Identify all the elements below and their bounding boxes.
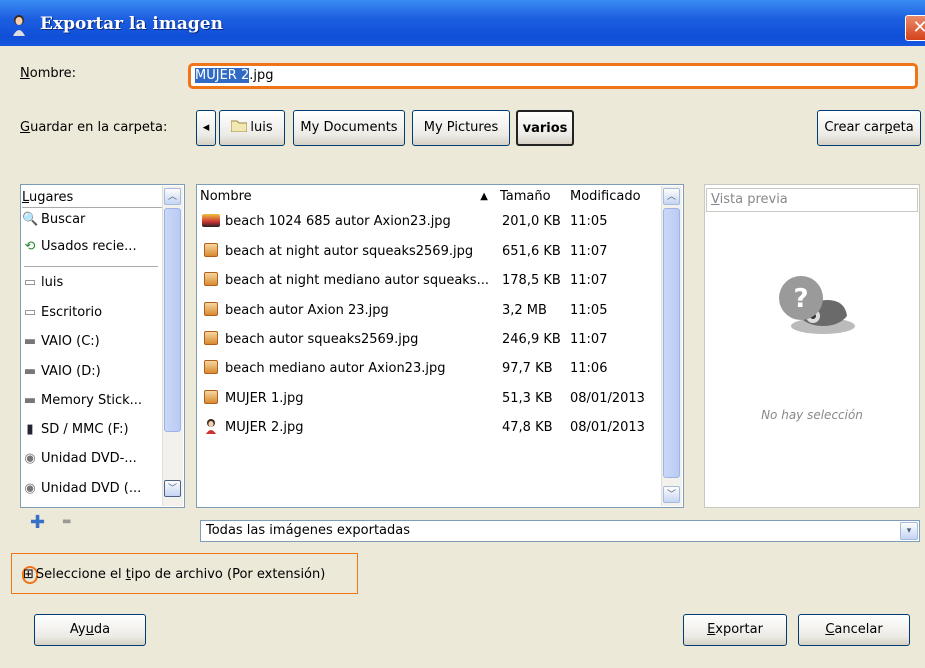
file-row[interactable]: MUJER 1.jpg 51,3 KB 08/01/2013: [198, 386, 658, 412]
jpg-file-icon: [204, 360, 218, 374]
place-dvd-2[interactable]: ◉ Unidad DVD (...: [22, 478, 162, 502]
dvd-icon: ◉: [24, 481, 36, 496]
scroll-down-button[interactable]: ﹀: [164, 480, 181, 497]
chevron-down-icon[interactable]: ▾: [900, 522, 918, 540]
no-selection-text: No hay selección: [761, 408, 863, 422]
remove-bookmark-button[interactable]: ▬: [62, 516, 71, 527]
file-row[interactable]: MUJER 2.jpg 47,8 KB 08/01/2013: [198, 415, 658, 441]
breadcrumb-luis[interactable]: luis: [219, 110, 285, 146]
place-sd-mmc[interactable]: ▮ SD / MMC (F:): [22, 419, 162, 443]
jpg-file-icon: [204, 331, 218, 345]
breadcrumb-varios[interactable]: varios: [516, 110, 574, 146]
selected-text: MUJER 2: [195, 68, 250, 83]
preview-toggle[interactable]: Vista previa: [706, 188, 918, 212]
place-recent[interactable]: ⟲ Usados recie...: [22, 236, 162, 260]
sd-card-icon: ▮: [26, 422, 34, 437]
svg-text:?: ?: [793, 284, 808, 314]
file-row[interactable]: beach 1024 685 autor Axion23.jpg 201,0 KB…: [198, 209, 658, 235]
place-escritorio[interactable]: ▭ Escritorio: [22, 302, 162, 326]
files-scroll-thumb[interactable]: [663, 208, 680, 478]
window-title: Exportar la imagen: [40, 14, 223, 34]
memory-stick-icon: ▬: [23, 393, 37, 408]
scroll-down-button[interactable]: ﹀: [663, 486, 680, 503]
place-memory-stick[interactable]: ▬ Memory Stick...: [22, 390, 162, 414]
create-folder-button[interactable]: Crear carpeta: [817, 110, 921, 146]
column-modified[interactable]: Modificado: [570, 186, 660, 208]
scroll-up-button[interactable]: ︿: [663, 188, 680, 205]
jpg-file-icon: [204, 302, 218, 316]
jpg-file-icon: [204, 390, 218, 404]
dvd-icon: ◉: [24, 451, 36, 466]
minus-icon: ▬: [62, 516, 72, 527]
place-vaio-c[interactable]: ▬ VAIO (C:): [22, 331, 162, 355]
woman-figure-icon: [13, 15, 25, 36]
file-type-expander[interactable]: ⊞ Seleccione el tipo de archivo (Por exte…: [23, 566, 325, 584]
folder-icon: ▭: [23, 305, 37, 320]
places-scroll-thumb[interactable]: [164, 208, 181, 432]
sort-asc-icon: ▲: [480, 191, 488, 202]
place-vaio-d[interactable]: ▬ VAIO (D:): [22, 361, 162, 385]
recent-icon: ⟲: [24, 239, 36, 254]
scroll-up-button[interactable]: ︿: [164, 188, 181, 205]
expand-plus-icon: ⊞: [23, 567, 34, 582]
breadcrumb-my-documents[interactable]: My Documents: [293, 110, 405, 146]
folder-icon: [230, 120, 248, 133]
places-header[interactable]: Lugares: [22, 188, 162, 208]
gimp-wilber-icon: ?: [779, 276, 855, 334]
jpg-file-icon: [204, 243, 218, 257]
search-icon: 🔍: [22, 212, 39, 227]
place-luis[interactable]: ▭ luis: [22, 272, 162, 296]
folder-icon: ▭: [23, 275, 37, 290]
preview-panel: [704, 184, 920, 508]
name-label: Nombre:: [20, 66, 77, 81]
drive-icon: ▬: [23, 364, 37, 379]
arrow-left-icon: ◂: [202, 120, 210, 135]
file-row[interactable]: beach mediano autor Axion23.jpg 97,7 KB 11…: [198, 356, 658, 382]
place-buscar[interactable]: 🔍 Buscar: [22, 209, 162, 233]
close-button[interactable]: ✕: [905, 15, 925, 41]
export-button[interactable]: Exportar: [683, 614, 787, 646]
add-bookmark-button[interactable]: ✚: [30, 512, 45, 533]
file-filter-select[interactable]: Todas las imágenes exportadas: [200, 520, 920, 542]
image-file-icon: [202, 214, 220, 227]
cancel-button[interactable]: Cancelar: [798, 614, 910, 646]
close-icon: ✕: [912, 17, 925, 38]
file-row[interactable]: beach autor squeaks2569.jpg 246,9 KB 11:07: [198, 327, 658, 353]
plus-icon: ✚: [30, 512, 46, 533]
back-button[interactable]: ◂: [196, 110, 216, 146]
file-name-input[interactable]: MUJER 2.jpg: [188, 63, 918, 89]
jpg-file-icon: [204, 272, 218, 286]
column-size[interactable]: Tamaño: [500, 186, 566, 208]
places-divider: [24, 266, 158, 267]
file-row[interactable]: beach at night mediano autor squeaks... 1…: [198, 268, 658, 294]
breadcrumb-my-pictures[interactable]: My Pictures: [412, 110, 510, 146]
drive-icon: ▬: [23, 334, 37, 349]
save-folder-label: Guardar en la carpeta:: [20, 120, 168, 135]
column-name[interactable]: Nombre ▲: [200, 186, 494, 208]
place-dvd-1[interactable]: ◉ Unidad DVD-...: [22, 448, 162, 472]
woman-figure-icon: [206, 419, 216, 434]
help-button[interactable]: Ayuda: [34, 614, 146, 646]
file-row[interactable]: beach autor Axion 23.jpg 3,2 MB 11:05: [198, 298, 658, 324]
file-row[interactable]: beach at night autor squeaks2569.jpg 651,…: [198, 239, 658, 265]
extension-text: .jpg: [249, 68, 274, 83]
